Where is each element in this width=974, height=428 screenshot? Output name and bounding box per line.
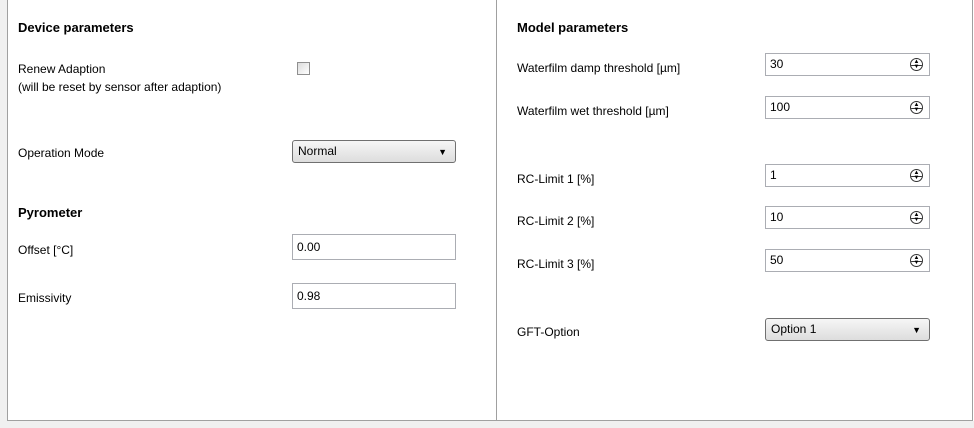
emissivity-label: Emissivity — [18, 291, 72, 305]
model-parameters-heading: Model parameters — [517, 20, 629, 35]
spin-updown-icon[interactable]: ▲ ▼ — [910, 211, 923, 224]
panel-divider — [496, 0, 497, 420]
rc-limit-2-label: RC-Limit 2 [%] — [517, 214, 595, 228]
rc-limit-2-spinner[interactable]: 10 ▲ ▼ — [765, 206, 930, 229]
rc-limit-3-label: RC-Limit 3 [%] — [517, 257, 595, 271]
waterfilm-wet-label: Waterfilm wet threshold [µm] — [517, 104, 669, 118]
waterfilm-wet-spinner[interactable]: 100 ▲ ▼ — [765, 96, 930, 119]
rc-limit-1-value: 1 — [770, 168, 777, 182]
spin-updown-icon[interactable]: ▲ ▼ — [910, 169, 923, 182]
rc-limit-3-value: 50 — [770, 253, 784, 267]
rc-limit-3-spinner[interactable]: 50 ▲ ▼ — [765, 249, 930, 272]
window-frame-bottom — [0, 421, 974, 428]
chevron-down-icon: ▼ — [438, 147, 447, 157]
emissivity-input[interactable]: 0.98 — [292, 283, 456, 309]
chevron-down-icon: ▼ — [912, 325, 921, 335]
panel-border-left — [7, 0, 8, 421]
renew-adaption-checkbox[interactable] — [297, 62, 310, 75]
waterfilm-damp-value: 30 — [770, 57, 784, 71]
spin-updown-icon[interactable]: ▲ ▼ — [910, 58, 923, 71]
rc-limit-2-value: 10 — [770, 210, 784, 224]
window-frame-left — [0, 0, 7, 428]
gft-option-select[interactable]: Option 1 ▼ — [765, 318, 930, 341]
operation-mode-value: Normal — [298, 144, 337, 158]
renew-adaption-label: Renew Adaption — [18, 62, 106, 76]
offset-input[interactable]: 0.00 — [292, 234, 456, 260]
pyrometer-heading: Pyrometer — [18, 205, 83, 220]
offset-label: Offset [°C] — [18, 243, 74, 257]
renew-adaption-note: (will be reset by sensor after adaption) — [18, 80, 222, 94]
waterfilm-damp-spinner[interactable]: 30 ▲ ▼ — [765, 53, 930, 76]
operation-mode-label: Operation Mode — [18, 146, 105, 160]
spin-updown-icon[interactable]: ▲ ▼ — [910, 101, 923, 114]
waterfilm-damp-label: Waterfilm damp threshold [µm] — [517, 61, 681, 75]
rc-limit-1-label: RC-Limit 1 [%] — [517, 172, 595, 186]
gft-option-label: GFT-Option — [517, 325, 580, 339]
rc-limit-1-spinner[interactable]: 1 ▲ ▼ — [765, 164, 930, 187]
waterfilm-wet-value: 100 — [770, 100, 791, 114]
operation-mode-select[interactable]: Normal ▼ — [292, 140, 456, 163]
gft-option-value: Option 1 — [771, 322, 817, 336]
spin-updown-icon[interactable]: ▲ ▼ — [910, 254, 923, 267]
device-parameters-heading: Device parameters — [18, 20, 134, 35]
panel-border-right — [972, 0, 973, 421]
